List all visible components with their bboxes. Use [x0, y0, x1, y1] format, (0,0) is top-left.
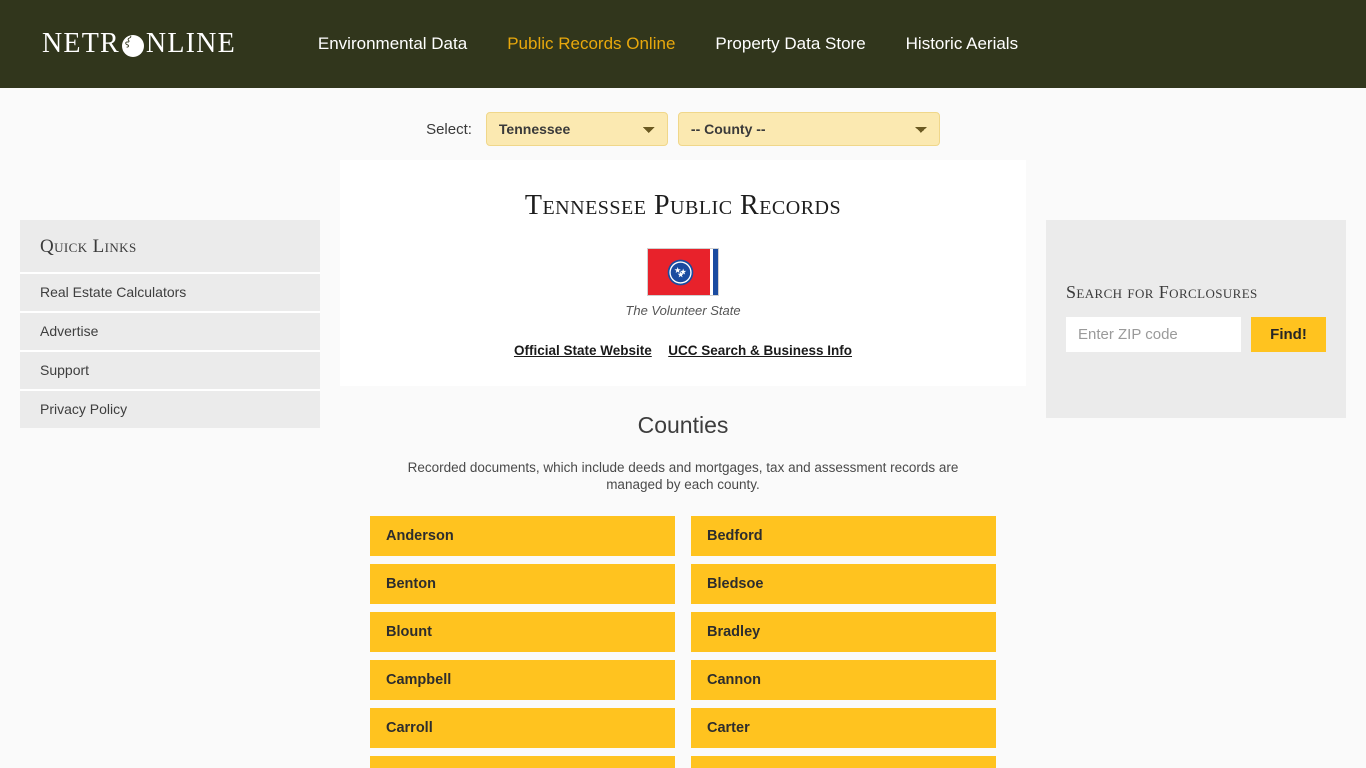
- county-button-cheatham[interactable]: Cheatham: [370, 755, 675, 768]
- county-button-bradley[interactable]: Bradley: [691, 611, 996, 652]
- ucc-search-business-info-link[interactable]: UCC Search & Business Info: [668, 343, 852, 358]
- nav-item-historic-aerials[interactable]: Historic Aerials: [886, 34, 1038, 54]
- page-title: Tennessee Public Records: [524, 190, 842, 221]
- foreclosure-search-form: Find!: [1066, 317, 1326, 352]
- county-button-bledsoe[interactable]: Bledsoe: [691, 563, 996, 604]
- state-select[interactable]: Tennessee: [485, 112, 668, 146]
- quick-links-title: Quick Links: [40, 236, 137, 257]
- foreclosure-search-panel: Search for Forclosures Find!: [1046, 220, 1346, 418]
- nav-item-environmental-data[interactable]: Environmental Data: [298, 34, 487, 54]
- logo-text-right: NLINE: [145, 28, 236, 59]
- nav-item-public-records-online[interactable]: Public Records Online: [487, 34, 695, 54]
- find-button[interactable]: Find!: [1251, 317, 1326, 352]
- county-button-campbell[interactable]: Campbell: [370, 659, 675, 700]
- tennessee-flag-icon: [647, 248, 719, 296]
- main-navigation: Environmental Data Public Records Online…: [298, 34, 1038, 54]
- globe-icon: [121, 34, 145, 58]
- main-content: Select: Tennessee -- County -- Tennessee…: [340, 88, 1026, 768]
- counties-description: Recorded documents, which include deeds …: [407, 460, 959, 493]
- site-logo[interactable]: NETR NLINE: [42, 25, 236, 63]
- page-body: Quick Links Real Estate Calculators Adve…: [0, 88, 1366, 768]
- state-links: Official State Website UCC Search & Busi…: [340, 342, 1026, 360]
- sidebar-item-real-estate-calculators[interactable]: Real Estate Calculators: [20, 272, 320, 311]
- sidebar-item-privacy-policy[interactable]: Privacy Policy: [20, 389, 320, 428]
- site-header: NETR NLINE Environmental Data Public Rec…: [0, 0, 1366, 88]
- county-button-blount[interactable]: Blount: [370, 611, 675, 652]
- county-select[interactable]: -- County --: [677, 112, 940, 146]
- county-button-carroll[interactable]: Carroll: [370, 707, 675, 748]
- zip-code-input[interactable]: [1066, 317, 1241, 352]
- nav-item-property-data-store[interactable]: Property Data Store: [695, 34, 885, 54]
- quick-links-sidebar: Quick Links Real Estate Calculators Adve…: [20, 220, 320, 428]
- foreclosure-search-title: Search for Forclosures: [1066, 282, 1258, 302]
- county-button-chester[interactable]: Chester: [691, 755, 996, 768]
- state-info-card: Tennessee Public Records The Volunteer S…: [340, 160, 1026, 386]
- state-nickname: The Volunteer State: [625, 303, 741, 318]
- state-county-select-bar: Select: Tennessee -- County --: [340, 88, 1026, 150]
- county-button-bedford[interactable]: Bedford: [691, 515, 996, 556]
- counties-heading: Counties: [637, 412, 729, 438]
- official-state-website-link[interactable]: Official State Website: [514, 343, 652, 358]
- county-button-benton[interactable]: Benton: [370, 563, 675, 604]
- state-flag-wrapper: [340, 248, 1026, 296]
- county-button-anderson[interactable]: Anderson: [370, 515, 675, 556]
- county-button-carter[interactable]: Carter: [691, 707, 996, 748]
- sidebar-item-advertise[interactable]: Advertise: [20, 311, 320, 350]
- sidebar-item-support[interactable]: Support: [20, 350, 320, 389]
- logo-text-left: NETR: [42, 28, 120, 59]
- select-label: Select:: [426, 120, 472, 138]
- county-grid: Anderson Bedford Benton Bledsoe Blount B…: [340, 515, 1026, 768]
- county-button-cannon[interactable]: Cannon: [691, 659, 996, 700]
